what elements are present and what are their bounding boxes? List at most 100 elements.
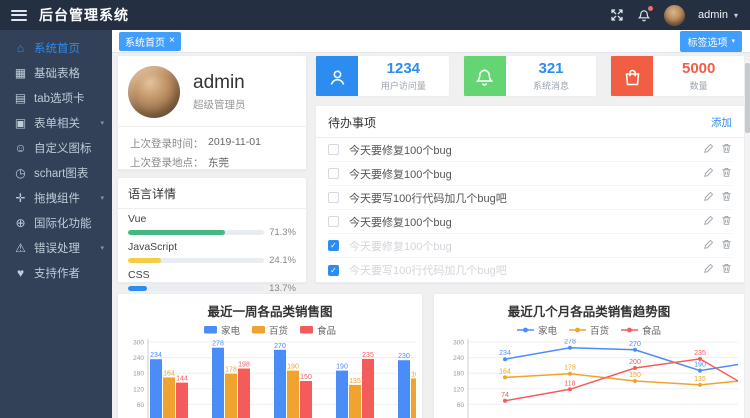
todo-checkbox[interactable] bbox=[328, 192, 339, 203]
edit-icon[interactable] bbox=[703, 191, 714, 205]
tab-bar: 系统首页 × 标签选项 ▾ bbox=[112, 30, 750, 53]
notification-badge bbox=[648, 6, 653, 11]
todo-item: 今天要写100行代码加几个bug吧 bbox=[328, 186, 732, 210]
todo-checkbox[interactable] bbox=[328, 144, 339, 155]
sidebar-item-2[interactable]: ▦基础表格 bbox=[0, 60, 112, 85]
edit-icon[interactable] bbox=[703, 239, 714, 253]
todo-checkbox[interactable] bbox=[328, 216, 339, 227]
progress-track bbox=[128, 230, 264, 235]
delete-icon[interactable] bbox=[721, 167, 732, 181]
progress-fill bbox=[128, 258, 161, 263]
delete-icon[interactable] bbox=[721, 263, 732, 277]
delete-icon[interactable] bbox=[721, 143, 732, 157]
language-name: Vue bbox=[128, 213, 296, 225]
svg-text:235: 235 bbox=[362, 352, 374, 359]
svg-text:74: 74 bbox=[501, 392, 509, 399]
legend-item[interactable]: 食品 bbox=[621, 323, 661, 337]
chart-title: 最近几个月各品类销售趋势图 bbox=[434, 301, 744, 320]
edit-icon[interactable] bbox=[703, 143, 714, 157]
svg-text:278: 278 bbox=[212, 341, 224, 348]
todo-checkbox[interactable] bbox=[328, 168, 339, 179]
svg-text:270: 270 bbox=[274, 343, 286, 350]
scrollbar-thumb[interactable] bbox=[745, 63, 750, 133]
sidebar-item-3[interactable]: ▤ tab选项卡 bbox=[0, 85, 112, 110]
sidebar-item-label: 自定义图标 bbox=[34, 140, 92, 156]
stat-card-3[interactable]: 5000数量 bbox=[610, 55, 745, 97]
sidebar-item-label: tab选项卡 bbox=[34, 90, 85, 106]
svg-text:150: 150 bbox=[300, 374, 312, 381]
todo-text: 今天要修复100个bug bbox=[349, 142, 452, 158]
shopping-bag-icon bbox=[611, 56, 653, 97]
sidebar-item-7[interactable]: ✛拖拽组件▾ bbox=[0, 185, 112, 210]
progress-fill bbox=[128, 286, 147, 291]
sidebar-item-8[interactable]: ⊕国际化功能 bbox=[0, 210, 112, 235]
edit-icon[interactable] bbox=[703, 167, 714, 181]
legend-item[interactable]: 百货 bbox=[252, 323, 288, 337]
app-title: 后台管理系统 bbox=[39, 5, 129, 25]
legend-item[interactable]: 百货 bbox=[569, 323, 609, 337]
legend-item[interactable]: 食品 bbox=[300, 323, 336, 337]
svg-text:240: 240 bbox=[133, 355, 144, 362]
language-name: JavaScript bbox=[128, 241, 296, 253]
legend-label: 食品 bbox=[642, 323, 661, 337]
sidebar-item-label: schart图表 bbox=[34, 165, 88, 181]
svg-text:144: 144 bbox=[176, 376, 188, 383]
delete-icon[interactable] bbox=[721, 191, 732, 205]
stat-value: 321 bbox=[538, 60, 563, 77]
edit-icon[interactable] bbox=[703, 215, 714, 229]
tab-home[interactable]: 系统首页 × bbox=[119, 32, 181, 51]
info-label: 上次登录地点： bbox=[130, 155, 208, 170]
sidebar-item-6[interactable]: ◷ schart图表 bbox=[0, 160, 112, 185]
menu-toggle-icon[interactable] bbox=[11, 10, 27, 21]
notification-bell-icon[interactable] bbox=[637, 8, 651, 23]
todo-text: 今天要修复100个bug bbox=[349, 238, 452, 254]
language-row: CSS13.7% bbox=[128, 269, 296, 294]
delete-icon[interactable] bbox=[721, 239, 732, 253]
i18n-globe-icon: ⊕ bbox=[13, 216, 28, 230]
todo-item: 今天要修复100个bug bbox=[328, 210, 732, 234]
chart-icon: ◷ bbox=[13, 166, 28, 180]
tabs-icon: ▤ bbox=[13, 91, 28, 105]
stat-card-1[interactable]: 1234用户访问量 bbox=[315, 55, 450, 97]
tag-options-button[interactable]: 标签选项 ▾ bbox=[680, 31, 742, 52]
legend-line-marker bbox=[621, 326, 638, 334]
todo-checkbox[interactable]: ✓ bbox=[328, 265, 339, 276]
svg-text:180: 180 bbox=[133, 371, 144, 378]
sidebar-item-10[interactable]: ♥支持作者 bbox=[0, 260, 112, 285]
home-icon: ⌂ bbox=[13, 41, 28, 55]
stat-cards: 1234用户访问量 321系统消息 5000数量 bbox=[315, 55, 745, 97]
todo-text: 今天要写100行代码加几个bug吧 bbox=[349, 190, 507, 206]
sidebar-item-1[interactable]: ⌂系统首页 bbox=[0, 35, 112, 60]
svg-text:300: 300 bbox=[453, 340, 464, 347]
legend-label: 家电 bbox=[538, 323, 557, 337]
svg-text:180: 180 bbox=[453, 371, 464, 378]
sidebar-item-5[interactable]: ☺自定义图标 bbox=[0, 135, 112, 160]
legend-label: 家电 bbox=[221, 323, 240, 337]
close-icon[interactable]: × bbox=[169, 36, 175, 46]
avatar[interactable] bbox=[664, 5, 685, 26]
fullscreen-icon[interactable] bbox=[610, 8, 624, 22]
chevron-down-icon: ▾ bbox=[100, 119, 104, 127]
svg-text:150: 150 bbox=[629, 372, 641, 379]
legend-label: 食品 bbox=[317, 323, 336, 337]
scrollbar[interactable] bbox=[745, 60, 750, 418]
todo-checkbox[interactable]: ✓ bbox=[328, 240, 339, 251]
username[interactable]: admin bbox=[698, 9, 728, 21]
drag-icon: ✛ bbox=[13, 191, 28, 205]
delete-icon[interactable] bbox=[721, 215, 732, 229]
edit-icon[interactable] bbox=[703, 263, 714, 277]
info-value: 2019-11-01 bbox=[208, 136, 261, 151]
sidebar-item-9[interactable]: ⚠错误处理▾ bbox=[0, 235, 112, 260]
progress-fill bbox=[128, 230, 225, 235]
sidebar-item-4[interactable]: ▣表单相关▾ bbox=[0, 110, 112, 135]
legend-item[interactable]: 家电 bbox=[517, 323, 557, 337]
svg-text:190: 190 bbox=[694, 362, 706, 369]
legend-item[interactable]: 家电 bbox=[204, 323, 240, 337]
add-todo-button[interactable]: 添加 bbox=[711, 115, 732, 130]
bar-chart-card: 最近一周各品类销售图 家电百货食品 60120180240300周一234164… bbox=[117, 293, 423, 418]
app-window: 后台管理系统 admin ▾ ⌂系统首页▦基础 bbox=[0, 0, 750, 418]
stat-card-2[interactable]: 321系统消息 bbox=[463, 55, 598, 97]
sidebar-item-label: 表单相关 bbox=[34, 115, 80, 131]
svg-text:190: 190 bbox=[287, 364, 299, 371]
svg-text:235: 235 bbox=[694, 350, 706, 357]
